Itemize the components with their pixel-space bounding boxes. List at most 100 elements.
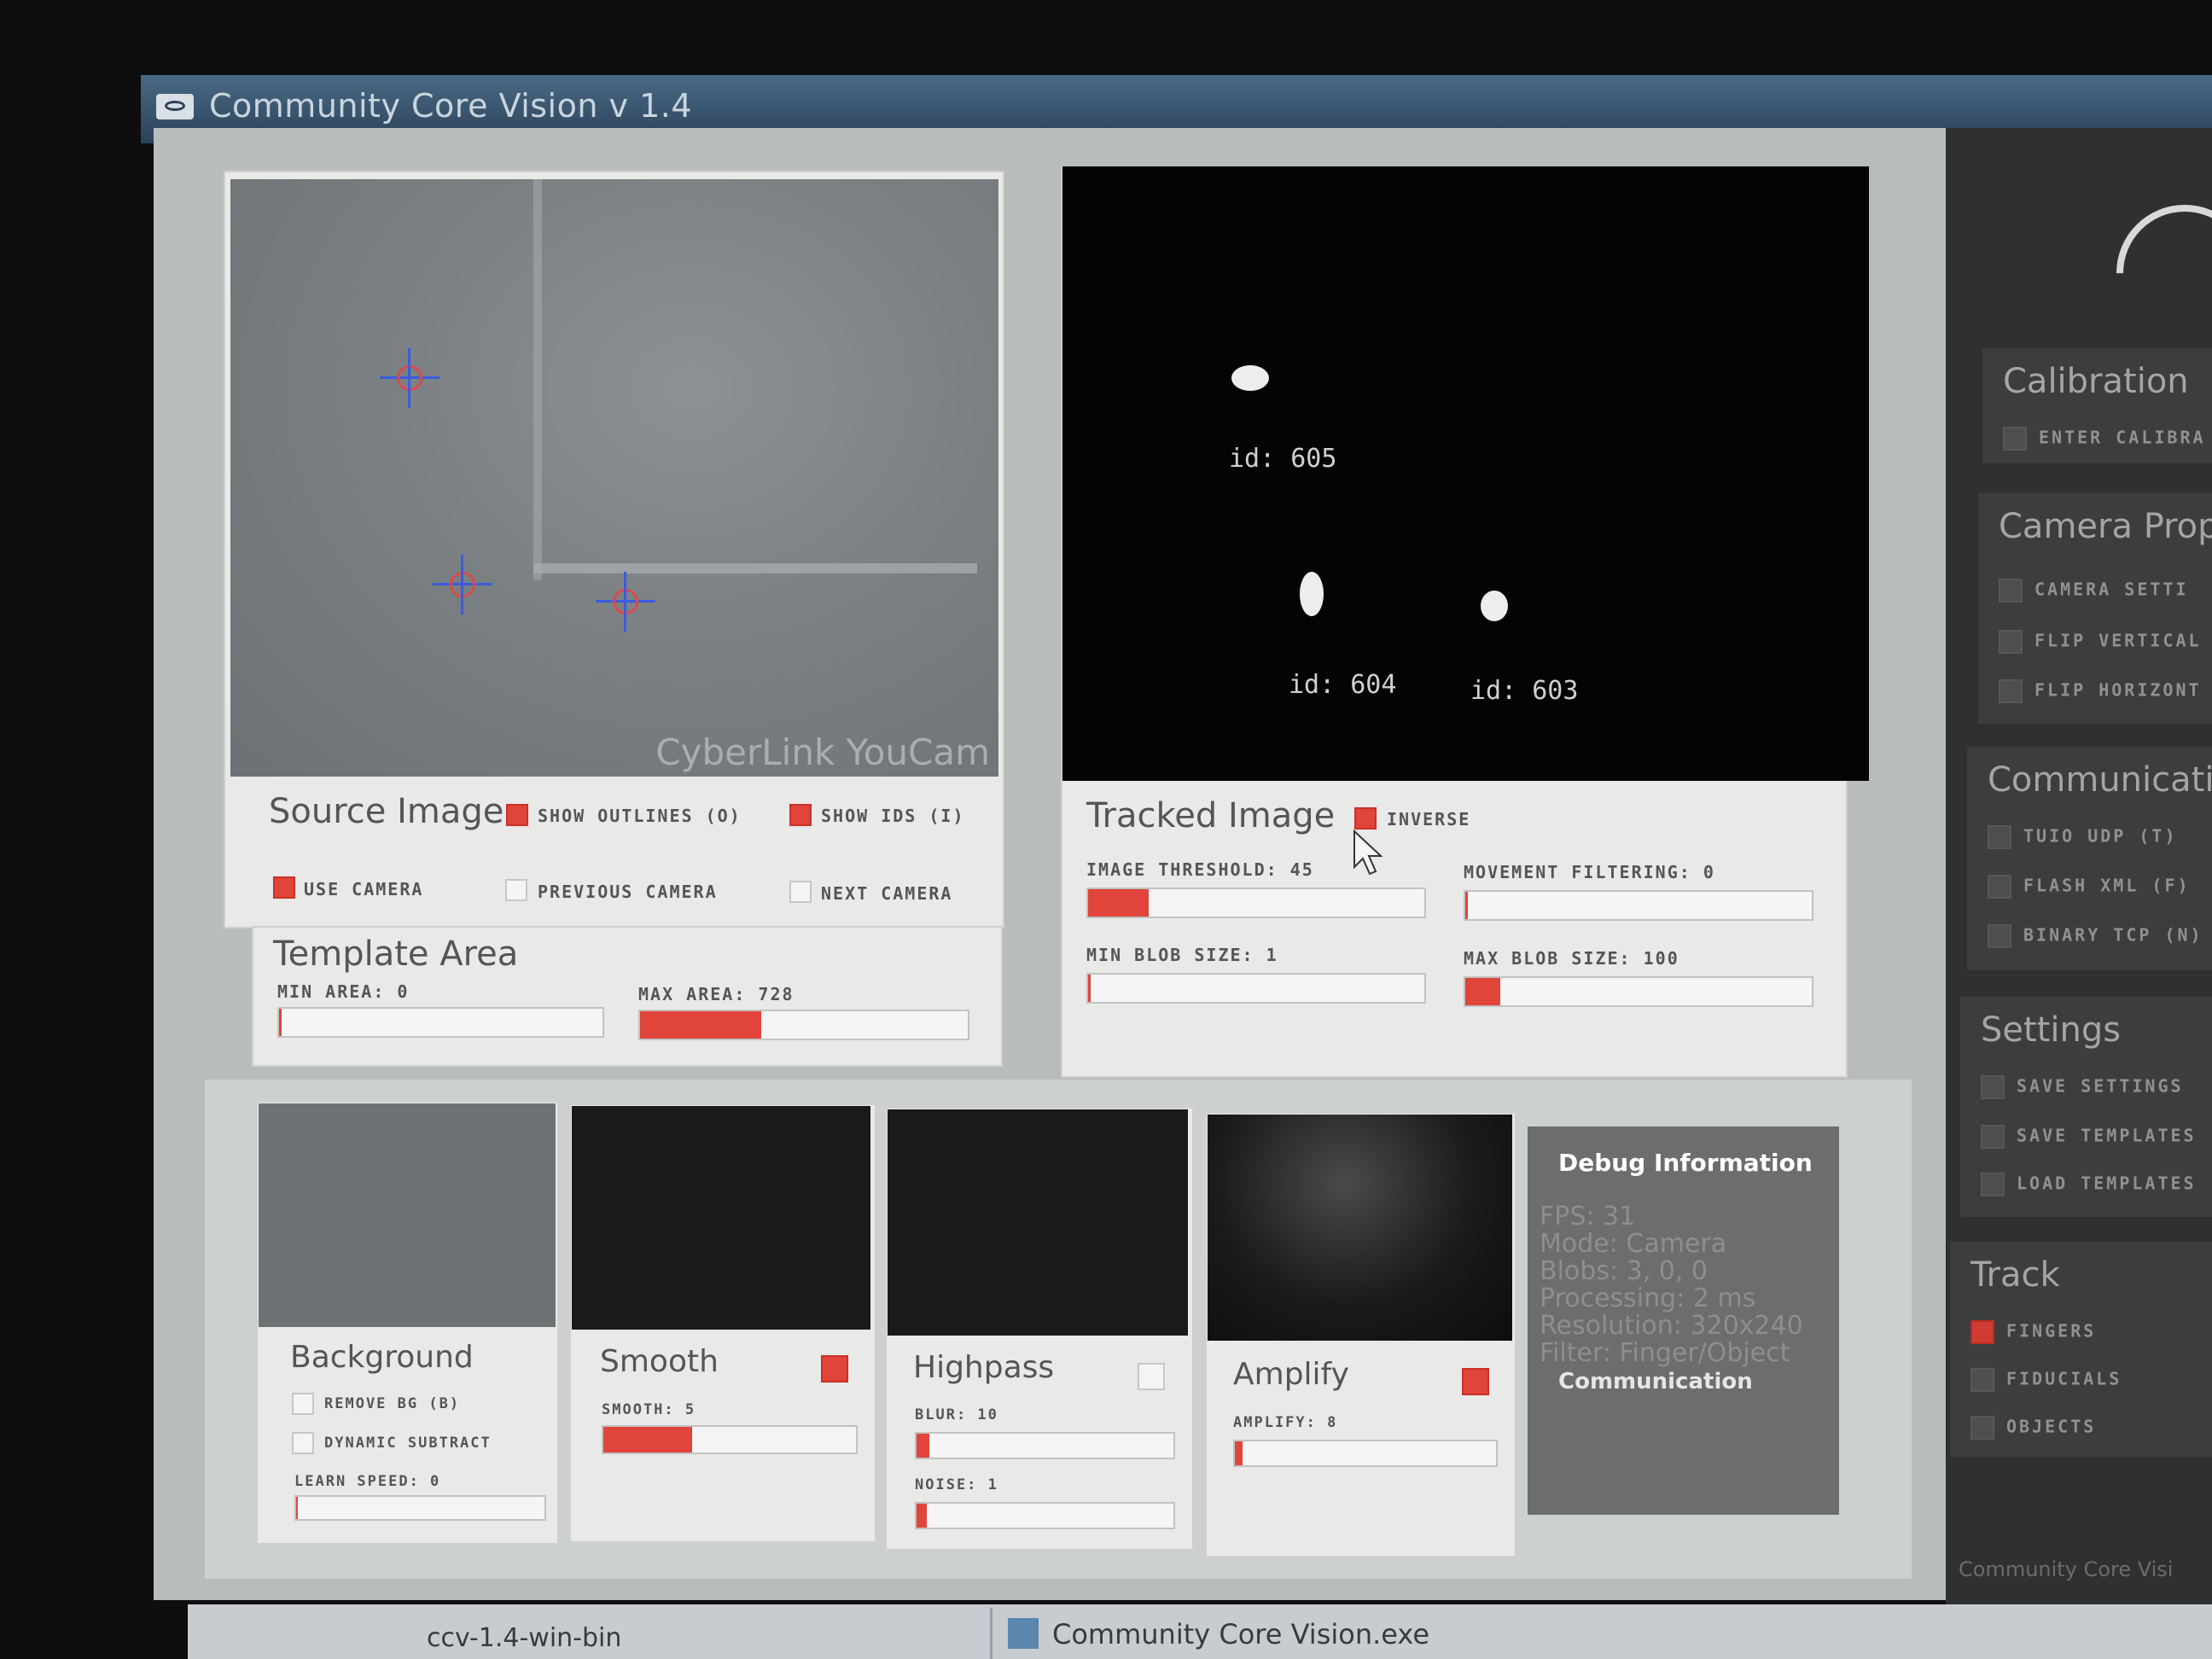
use-camera-checkbox[interactable] [273,876,295,899]
communication-panel: Communicati TUIO UDP (T) FLASH XML (F) B… [1967,747,2212,970]
previous-camera-label: PREVIOUS CAMERA [538,882,718,902]
min-area-slider[interactable] [277,1007,604,1038]
tuio-udp-label: TUIO UDP (T) [2023,825,2178,847]
image-threshold-slider[interactable] [1086,888,1426,918]
dynamic-subtract-label: DYNAMIC SUBTRACT [324,1435,492,1452]
calibration-title: Calibration [2003,362,2189,401]
highpass-title: Highpass [913,1350,1055,1385]
save-settings-item[interactable]: SAVE SETTINGS [1981,1075,2184,1099]
save-settings-checkbox[interactable] [1981,1075,2005,1099]
slider-fill [296,1497,299,1519]
previous-camera-checkbox[interactable] [505,879,527,901]
show-outlines-checkbox[interactable] [506,804,528,826]
settings-panel: Settings SAVE SETTINGS SAVE TEMPLATES LO… [1960,997,2212,1217]
track-panel: Track FINGERS FIDUCIALS OBJECTS [1950,1242,2212,1457]
blob-marker [380,348,439,408]
mouse-cursor-icon [1353,830,1383,876]
debug-processing: Processing: 2 ms [1540,1284,1756,1313]
objects-checkbox[interactable] [1970,1416,1994,1440]
calibration-panel: Calibration ENTER CALIBRA [1982,348,2212,463]
amplify-toggle[interactable] [1462,1368,1489,1395]
binary-tcp-label: BINARY TCP (N) [2023,924,2203,946]
movement-filtering-label: MOVEMENT FILTERING: 0 [1464,862,1715,882]
slider-fill [1235,1441,1243,1465]
inverse-checkbox[interactable] [1354,807,1377,830]
dynamic-subtract-checkbox[interactable] [292,1432,314,1454]
enter-calibration-label: ENTER CALIBRA [2039,427,2206,448]
camera-properties-panel: Camera Prop CAMERA SETTI FLIP VERTICAL F… [1978,493,2212,724]
image-threshold-label: IMAGE THRESHOLD: 45 [1086,859,1314,880]
debug-resolution: Resolution: 320x240 [1540,1311,1803,1341]
fiducials-checkbox[interactable] [1970,1368,1994,1392]
source-image-title: Source Image [269,792,504,831]
tuio-udp-checkbox[interactable] [1988,825,2011,849]
objects-item[interactable]: OBJECTS [1970,1416,2096,1440]
movement-filtering-slider[interactable] [1464,890,1813,921]
blur-label: BLUR: 10 [915,1406,998,1423]
show-ids-checkbox[interactable] [789,804,812,826]
smooth-label: SMOOTH: 5 [602,1401,696,1418]
noise-slider[interactable] [915,1502,1175,1529]
blob-id-label: id: 604 [1289,670,1397,700]
amplify-slider[interactable] [1233,1440,1498,1467]
slider-fill [279,1009,282,1036]
tracked-camera-view: id: 605 id: 604 id: 603 [1062,166,1869,781]
min-blob-size-slider[interactable] [1086,973,1426,1004]
flip-horizontal-checkbox[interactable] [1999,679,2023,703]
use-camera-label: USE CAMERA [304,879,424,899]
load-templates-checkbox[interactable] [1981,1173,2005,1196]
taskbar: ccv-1.4-win-bin Community Core Vision.ex… [188,1604,2212,1659]
smooth-preview [572,1106,870,1330]
fingers-checkbox[interactable] [1970,1320,1994,1344]
enter-calibration-item[interactable]: ENTER CALIBRA [2003,427,2206,451]
settings-title: Settings [1981,1010,2122,1050]
blob-marker [433,555,492,614]
inverse-label: INVERSE [1387,809,1471,830]
slider-fill [1088,975,1091,1002]
show-ids-label: SHOW IDS (I) [821,806,965,826]
smooth-slider[interactable] [602,1425,858,1454]
noise-label: NOISE: 1 [915,1476,998,1493]
learn-speed-slider[interactable] [294,1495,546,1521]
highpass-toggle[interactable] [1138,1363,1165,1390]
save-templates-checkbox[interactable] [1981,1125,2005,1149]
max-blob-size-slider[interactable] [1464,976,1813,1007]
load-templates-item[interactable]: LOAD TEMPLATES [1981,1173,2197,1196]
blob-marker [596,572,655,632]
taskbar-window-button[interactable]: Community Core Vision.exe [990,1608,2212,1659]
smooth-toggle[interactable] [821,1355,848,1382]
binary-tcp-item[interactable]: BINARY TCP (N) [1988,924,2203,948]
blob-id-label: id: 603 [1470,676,1579,706]
camera-settings-item[interactable]: CAMERA SETTI [1999,579,2189,602]
max-area-slider[interactable] [638,1010,969,1040]
tracked-blob [1300,572,1324,616]
camera-settings-checkbox[interactable] [1999,579,2023,602]
max-area-label: MAX AREA: 728 [638,984,795,1004]
camera-settings-label: CAMERA SETTI [2034,579,2189,600]
flip-horizontal-item[interactable]: FLIP HORIZONT [1999,679,2202,703]
debug-filter: Filter: Finger/Object [1540,1338,1790,1368]
slider-fill [917,1434,930,1458]
enter-calibration-checkbox[interactable] [2003,427,2027,451]
debug-fps: FPS: 31 [1540,1202,1636,1231]
source-edge-vertical [533,179,542,580]
flash-xml-checkbox[interactable] [1988,875,2011,899]
blur-slider[interactable] [915,1432,1175,1459]
fingers-item[interactable]: FINGERS [1970,1320,2096,1344]
tuio-udp-item[interactable]: TUIO UDP (T) [1988,825,2178,849]
source-camera-view: CyberLink YouCam [230,179,998,777]
binary-tcp-checkbox[interactable] [1988,924,2011,948]
communication-title: Communicati [1988,760,2212,800]
remove-bg-checkbox[interactable] [292,1393,314,1415]
flip-vertical-checkbox[interactable] [1999,630,2023,654]
next-camera-label: NEXT CAMERA [821,883,953,904]
template-area-title: Template Area [273,934,519,974]
fiducials-item[interactable]: FIDUCIALS [1970,1368,2122,1392]
app-icon [156,94,194,119]
flash-xml-item[interactable]: FLASH XML (F) [1988,875,2191,899]
highpass-preview [888,1109,1188,1336]
camera-properties-title: Camera Prop [1999,507,2212,546]
next-camera-checkbox[interactable] [789,881,812,903]
save-templates-item[interactable]: SAVE TEMPLATES [1981,1125,2197,1149]
flip-vertical-item[interactable]: FLIP VERTICAL [1999,630,2202,654]
